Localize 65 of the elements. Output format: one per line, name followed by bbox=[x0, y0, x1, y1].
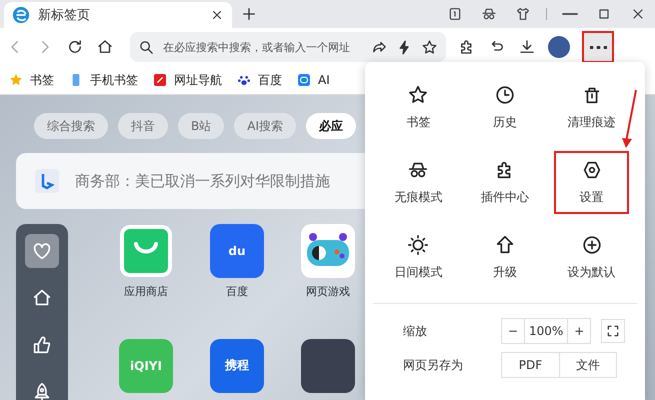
more-icon bbox=[590, 46, 606, 48]
bing-logo-icon bbox=[35, 169, 59, 193]
save-page-label: 网页另存为 bbox=[403, 356, 464, 374]
menu-item[interactable]: 插件中心 bbox=[468, 151, 542, 214]
star-icon bbox=[407, 84, 430, 106]
photo-placeholder bbox=[301, 338, 355, 392]
reload-icon bbox=[66, 38, 84, 56]
menu-item[interactable]: 书签 bbox=[381, 76, 456, 139]
new-tab-icon bbox=[240, 5, 258, 23]
sun-icon bbox=[407, 234, 430, 256]
ctrip-app-icon: 携程 bbox=[210, 338, 264, 392]
address-field[interactable]: 在必应搜索中搜索，或者输入一个网址 bbox=[163, 40, 363, 54]
baidu-app-icon: du bbox=[210, 224, 264, 278]
menu-item[interactable]: 设为默认 bbox=[554, 226, 629, 289]
bookmark-nav-icon bbox=[152, 72, 168, 88]
search-icon bbox=[138, 38, 155, 56]
bookmark-bot-icon bbox=[296, 72, 312, 88]
app-label[interactable]: 百度 bbox=[226, 284, 248, 299]
menu-item[interactable]: 设置 bbox=[554, 151, 629, 214]
tab-list-icon bbox=[447, 6, 463, 22]
address-bar[interactable]: 在必应搜索中搜索，或者输入一个网址 bbox=[130, 32, 446, 62]
fullscreen-button[interactable] bbox=[601, 319, 626, 343]
zoom-in-button[interactable]: + bbox=[568, 319, 590, 343]
menu-item[interactable]: 无痕模式 bbox=[381, 151, 456, 214]
plus-icon bbox=[580, 234, 603, 256]
more-button[interactable] bbox=[582, 31, 614, 63]
fullscreen-icon bbox=[605, 323, 622, 339]
shopping-bag-icon bbox=[119, 224, 173, 278]
menu-item[interactable]: 清理痕迹 bbox=[554, 76, 629, 139]
bookmark[interactable]: 手机书签 bbox=[68, 72, 138, 88]
avatar[interactable] bbox=[548, 36, 570, 58]
search-engine-tab[interactable]: 综合搜索 bbox=[34, 113, 108, 139]
zoom-level: 100% bbox=[524, 319, 568, 343]
browser-tab[interactable]: 新标签页 bbox=[4, 2, 232, 28]
incognito-icon bbox=[481, 6, 497, 22]
iqiyi-app-icon: iQIYI bbox=[119, 338, 173, 392]
search-engine-tab[interactable]: AI搜索 bbox=[234, 113, 296, 139]
sidebar-heart-button[interactable] bbox=[25, 234, 59, 268]
search-engine-tab[interactable]: 抖音 bbox=[118, 113, 168, 139]
bookmark[interactable]: 网址导航 bbox=[152, 72, 222, 88]
save-format-button[interactable]: 文件 bbox=[559, 353, 616, 377]
search-field[interactable]: 商务部：美已取消一系列对华限制措施 bbox=[73, 171, 376, 191]
thumb-icon bbox=[31, 334, 53, 356]
app-label[interactable]: 应用商店 bbox=[124, 284, 168, 299]
menu-item[interactable]: 升级 bbox=[468, 226, 542, 289]
close-tab-icon bbox=[210, 8, 224, 22]
save-format-button[interactable]: PDF bbox=[502, 353, 559, 377]
bookmark[interactable]: AI bbox=[296, 72, 330, 88]
menu-item[interactable]: 日间模式 bbox=[381, 226, 456, 289]
app-label[interactable]: 网页游戏 bbox=[306, 284, 350, 299]
gamepad-icon bbox=[301, 224, 355, 278]
download-icon bbox=[518, 38, 536, 56]
clock-icon bbox=[494, 84, 516, 106]
favorite-icon bbox=[421, 38, 438, 56]
home-icon bbox=[96, 38, 114, 56]
search-engine-tab[interactable]: 必应 bbox=[306, 113, 356, 139]
minimize-icon bbox=[562, 13, 578, 15]
bookmark[interactable]: 书签 bbox=[8, 72, 54, 88]
zoom-label: 缩放 bbox=[403, 322, 428, 340]
zoom-out-button[interactable]: − bbox=[502, 319, 524, 343]
search-engine-tab[interactable]: B站 bbox=[178, 113, 224, 139]
bookmark[interactable]: 百度 bbox=[236, 72, 282, 88]
browser-logo-icon bbox=[12, 6, 30, 24]
bookmark-star-icon bbox=[8, 72, 24, 88]
menu-item[interactable]: 历史 bbox=[468, 76, 542, 139]
